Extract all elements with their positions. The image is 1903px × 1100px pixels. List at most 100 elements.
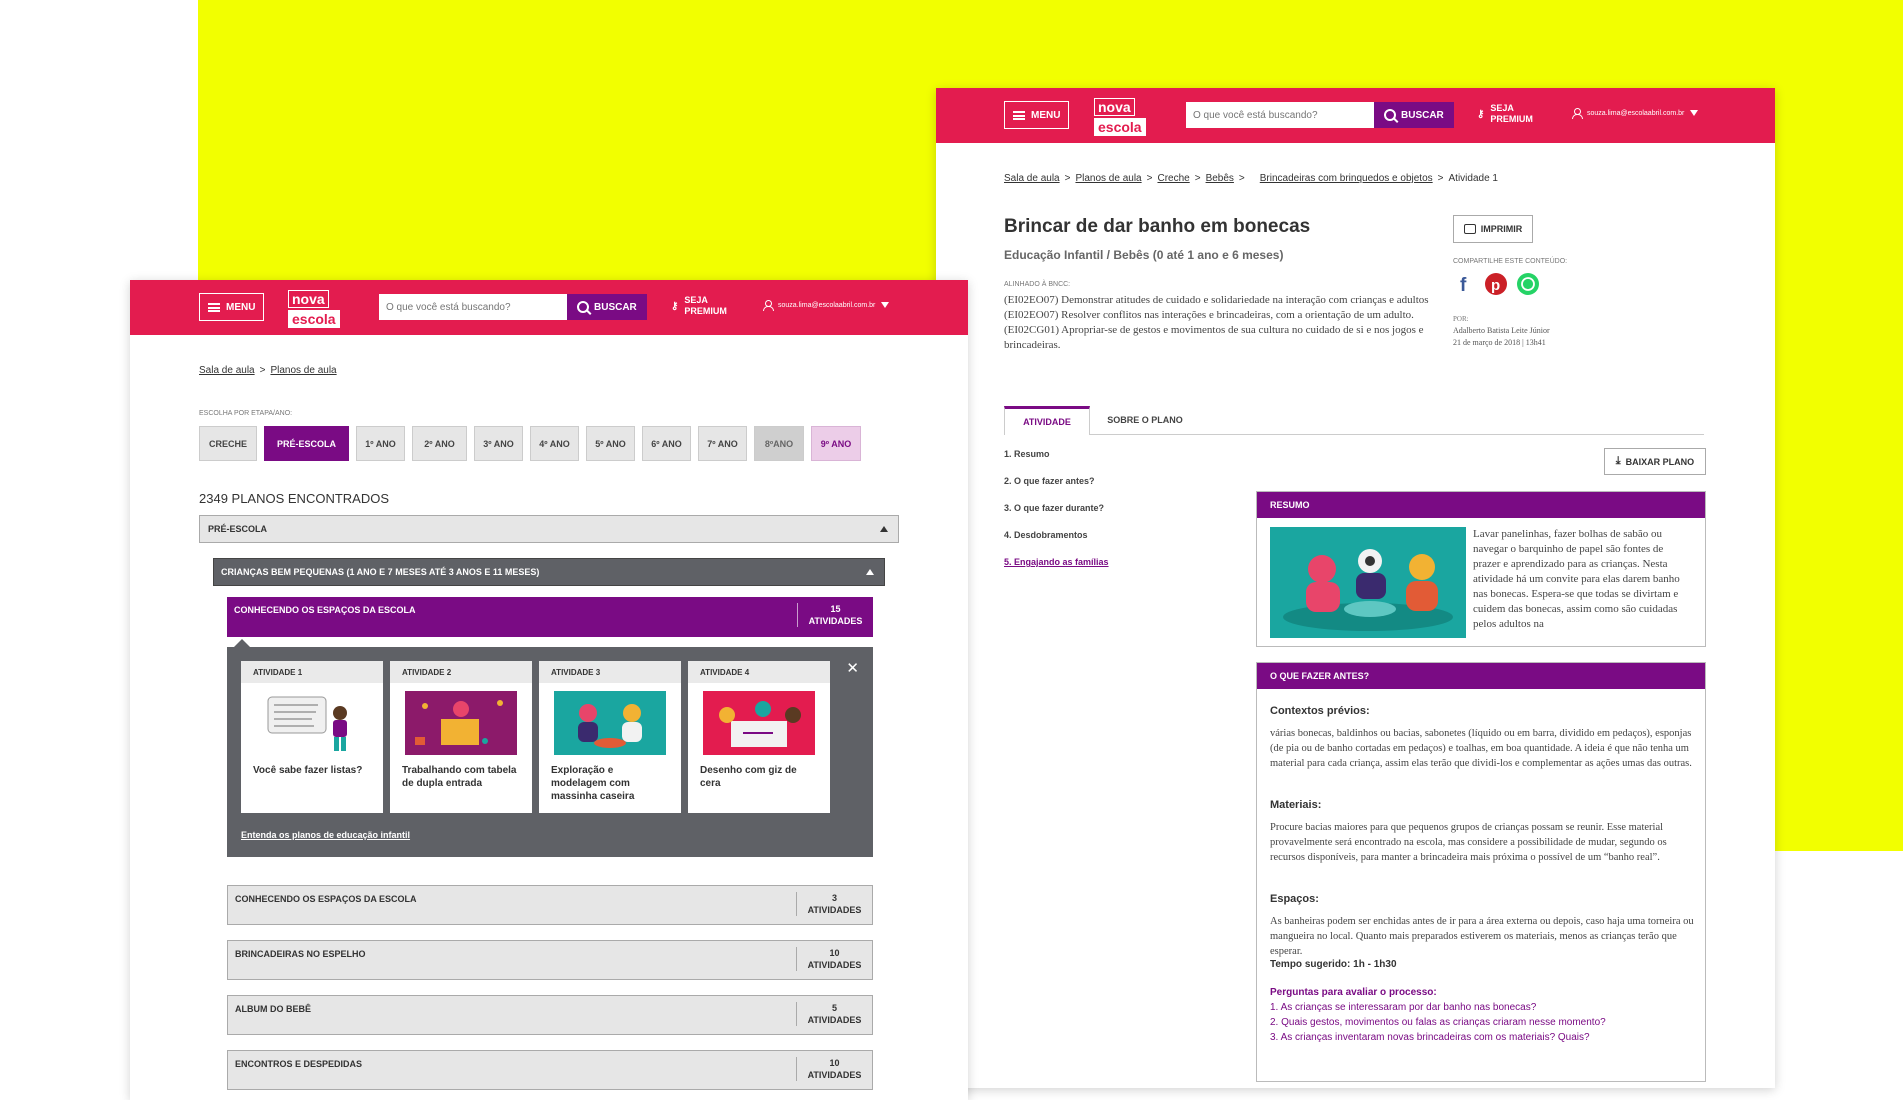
group-row[interactable]: BRINCADEIRAS NO ESPELHO 10 ATIVIDADES — [227, 940, 873, 980]
breadcrumb-item[interactable]: Bebês — [1206, 173, 1234, 184]
group-count: 15 ATIVIDADES — [797, 603, 873, 627]
contextos-text: várias bonecas, baldinhos ou bacias, sab… — [1270, 728, 1692, 769]
chevron-up-icon — [880, 526, 888, 532]
search-input[interactable] — [1186, 102, 1374, 128]
accordion-criancas-bem-pequenas[interactable]: CRIANÇAS BEM PEQUENAS (1 ANO E 7 MESES A… — [213, 558, 885, 586]
breadcrumb-item[interactable]: Planos de aula — [1075, 173, 1141, 184]
group-row[interactable]: ENCONTROS E DESPEDIDAS 10 ATIVIDADES — [227, 1050, 873, 1090]
print-label: IMPRIMIR — [1480, 224, 1523, 234]
activity-card[interactable]: ATIVIDADE 1 Você sabe fazer listas? — [241, 661, 383, 813]
user-menu[interactable]: souza.lima@escolaabril.com.br — [763, 300, 890, 311]
card-illustration — [554, 691, 666, 755]
group-count-label: ATIVIDADES — [807, 905, 862, 915]
filter-label: ESCOLHA POR ETAPA/ANO: — [199, 410, 293, 417]
filter-8-ano[interactable]: 8ºANO — [754, 426, 804, 461]
card-illustration — [405, 691, 517, 755]
filter-5-ano[interactable]: 5º ANO — [586, 426, 635, 461]
author-label: POR: — [1453, 315, 1469, 323]
tab-atividade[interactable]: ATIVIDADE — [1004, 406, 1090, 435]
breadcrumb-current: Atividade 1 — [1448, 173, 1498, 184]
breadcrumb-item[interactable]: Sala de aula — [199, 365, 255, 376]
search-input[interactable] — [379, 294, 567, 320]
close-icon[interactable]: ✕ — [846, 659, 859, 677]
filter-1-ano[interactable]: 1º ANO — [356, 426, 405, 461]
group-count-number: 5 — [831, 1003, 837, 1013]
nova-escola-logo[interactable]: nova escola — [288, 290, 344, 328]
page-subtitle: Educação Infantil / Bebês (0 até 1 ano e… — [1004, 248, 1284, 262]
breadcrumb-item[interactable]: Sala de aula — [1004, 173, 1060, 184]
group-count: 10 ATIVIDADES — [796, 947, 872, 971]
contextos-heading: Contextos prévios: — [1270, 705, 1370, 717]
search-button-label: BUSCAR — [1401, 109, 1444, 121]
resumo-text: Lavar panelinhas, fazer bolhas de sabão … — [1473, 528, 1680, 630]
filter-creche[interactable]: CRECHE — [199, 426, 257, 461]
card-label: ATIVIDADE 1 — [241, 661, 383, 683]
card-label: ATIVIDADE 4 — [688, 661, 830, 683]
group-title: ENCONTROS E DESPEDIDAS — [235, 1059, 363, 1069]
premium-link[interactable]: ⚷ SEJA PREMIUM — [1477, 103, 1533, 125]
card-title: Você sabe fazer listas? — [253, 765, 363, 776]
logo-line-1: nova — [288, 290, 329, 308]
activity-card[interactable]: ATIVIDADE 2 Trabalhando com tabela de du… — [390, 661, 532, 813]
logo-line-1: nova — [1094, 98, 1135, 116]
filter-6-ano[interactable]: 6º ANO — [642, 426, 691, 461]
tab-sobre-o-plano[interactable]: SOBRE O PLANO — [1090, 406, 1200, 434]
open-group-header[interactable]: CONHECENDO OS ESPAÇOS DA ESCOLA 15 ATIVID… — [227, 597, 873, 637]
activity-card[interactable]: ATIVIDADE 4 Desenho com giz de cera — [688, 661, 830, 813]
facebook-icon[interactable]: f — [1453, 273, 1475, 296]
group-count-number: 3 — [831, 893, 837, 903]
hamburger-icon — [1013, 110, 1025, 120]
resumo-heading: RESUMO — [1257, 492, 1705, 518]
group-count-label: ATIVIDADES — [807, 1015, 862, 1025]
accordion-pre-escola[interactable]: PRÉ-ESCOLA — [199, 515, 899, 543]
group-row[interactable]: ALBUM DO BEBÊ 5 ATIVIDADES — [227, 995, 873, 1035]
filter-2-ano[interactable]: 2º ANO — [412, 426, 467, 461]
group-count: 3 ATIVIDADES — [796, 892, 872, 916]
filter-7-ano[interactable]: 7º ANO — [698, 426, 747, 461]
breadcrumb-item[interactable]: Planos de aula — [270, 365, 336, 376]
search-button[interactable]: BUSCAR — [567, 294, 647, 320]
card-label: ATIVIDADE 3 — [539, 661, 681, 683]
whatsapp-icon[interactable] — [1517, 273, 1539, 295]
toc-item-active[interactable]: 5. Engajando as famílias — [1004, 557, 1109, 567]
filter-4-ano[interactable]: 4º ANO — [530, 426, 579, 461]
search-button[interactable]: BUSCAR — [1374, 102, 1454, 128]
hamburger-icon — [208, 302, 220, 312]
premium-line-1: SEJA — [1490, 103, 1514, 113]
activity-card[interactable]: ATIVIDADE 3 Exploração e modelagem com m… — [539, 661, 681, 813]
group-count-label: ATIVIDADES — [807, 1070, 862, 1080]
menu-button[interactable]: MENU — [199, 293, 265, 321]
breadcrumb-item[interactable]: Creche — [1157, 173, 1189, 184]
user-menu[interactable]: souza.lima@escolaabril.com.br — [1572, 108, 1699, 119]
materiais-text: Procure bacias maiores para que pequenos… — [1270, 822, 1667, 863]
card-illustration — [256, 691, 368, 755]
filter-9-ano[interactable]: 9º ANO — [811, 426, 861, 461]
bncc-text: (EI02EO07) Demonstrar atitudes de cuidad… — [1004, 294, 1429, 351]
toc-item[interactable]: 1. Resumo — [1004, 449, 1050, 459]
accordion-label: PRÉ-ESCOLA — [208, 524, 268, 534]
toc-item[interactable]: 3. O que fazer durante? — [1004, 503, 1104, 513]
print-button[interactable]: IMPRIMIR — [1453, 215, 1533, 243]
toc-item[interactable]: 2. O que fazer antes? — [1004, 476, 1095, 486]
group-count-number: 15 — [830, 604, 841, 614]
premium-line-2: PREMIUM — [684, 306, 727, 316]
author-name: Adalberto Batista Leite Júnior — [1453, 326, 1550, 335]
user-email: souza.lima@escolaabril.com.br — [1587, 109, 1685, 117]
group-row[interactable]: CONHECENDO OS ESPAÇOS DA ESCOLA 3 ATIVIDA… — [227, 885, 873, 925]
logo-line-2: escola — [1094, 118, 1146, 136]
premium-link[interactable]: ⚷ SEJA PREMIUM — [671, 295, 727, 317]
nova-escola-logo[interactable]: nova escola — [1094, 98, 1150, 136]
filter-pre-escola[interactable]: PRÉ-ESCOLA — [264, 426, 349, 461]
chevron-up-icon — [866, 569, 874, 575]
menu-button[interactable]: MENU — [1004, 101, 1070, 129]
breadcrumb-item[interactable]: Brincadeiras com brinquedos e objetos — [1260, 173, 1433, 184]
download-plan-button[interactable]: ⤓ BAIXAR PLANO — [1604, 448, 1706, 475]
toc-item[interactable]: 4. Desdobramentos — [1004, 530, 1088, 540]
pinterest-icon[interactable]: p — [1485, 273, 1507, 295]
pergunta-item: 3. As crianças inventaram novas brincade… — [1270, 1032, 1590, 1043]
group-title: CONHECENDO OS ESPAÇOS DA ESCOLA — [234, 605, 416, 615]
info-link[interactable]: Entenda os planos de educação infantil — [241, 830, 410, 840]
plan-detail-window: MENU nova escola BUSCAR ⚷ SEJAPREMIUM souz… — [936, 88, 1775, 1088]
filter-3-ano[interactable]: 3º ANO — [474, 426, 523, 461]
results-count: 2349 PLANOS ENCONTRADOS — [199, 491, 390, 506]
